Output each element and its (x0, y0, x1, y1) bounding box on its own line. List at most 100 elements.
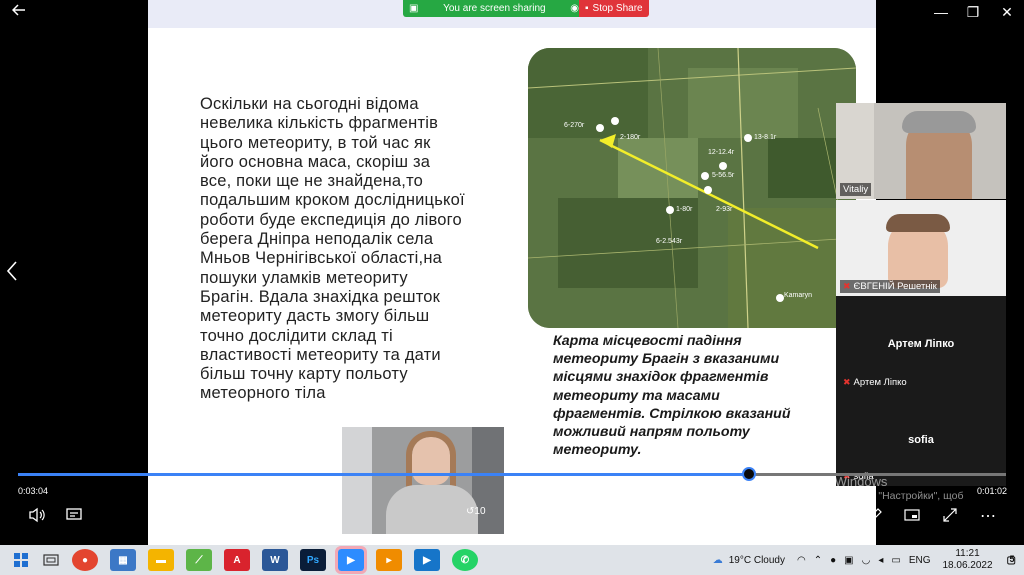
caption-line: метеориту Брагін з вказаними (553, 351, 780, 368)
clock[interactable]: 11:21 18.06.2022 (942, 548, 992, 572)
avatar-hair (902, 111, 976, 133)
text-line: властивості метеориту та дати (200, 345, 441, 364)
weather-text[interactable]: 19°C Cloudy (729, 555, 785, 566)
forward-icon: ↻ (551, 506, 560, 517)
forward-30-button[interactable]: 30↻ (540, 506, 560, 517)
chrome-icon[interactable]: ● (72, 549, 98, 571)
caption-line: метеориту та масами (553, 387, 720, 404)
language-indicator[interactable]: ENG (909, 555, 931, 566)
text-line: берега Дніпра неподалік села (200, 230, 434, 249)
minimize-button[interactable]: — (928, 2, 954, 22)
wall-left (342, 427, 372, 534)
movies-icon[interactable]: ▶ (414, 549, 440, 571)
caption-line: метеориту. (553, 442, 642, 459)
muted-mic-icon: ✖ (843, 281, 851, 291)
avatar-hair (886, 214, 950, 232)
photoshop-icon[interactable]: Ps (300, 549, 326, 571)
participant-name: ✖ ЄВГЕНІЙ Решетнік (840, 280, 940, 293)
captions-icon[interactable] (66, 507, 82, 528)
rewind-label: 10 (474, 506, 486, 517)
volume-icon[interactable] (28, 507, 46, 528)
acrobat-icon[interactable]: A (224, 549, 250, 571)
miniplayer-icon[interactable] (904, 507, 920, 528)
participant-tile-vitaliy[interactable]: Vitaliy (836, 103, 1006, 199)
text-line: пошуки уламків метеориту (200, 268, 408, 287)
rewind-10-button[interactable]: ↺10 (466, 506, 486, 517)
clock-time: 11:21 (955, 548, 980, 559)
progress-thumb[interactable] (742, 467, 757, 481)
camera-icon[interactable]: ▣ (844, 555, 853, 566)
system-tray: ☁ 19°C Cloudy ◠ ⌃ ● ▣ ◡ ◂ ▭ ENG 11:21 18… (713, 545, 1024, 575)
network-icon[interactable]: ◠ (797, 555, 806, 566)
map-label: 6-270г (564, 122, 585, 129)
caption-line: Карта місцевості падіння (553, 333, 742, 349)
text-line: Оскільки на сьогодні відома (200, 95, 419, 113)
shared-slide: Оскільки на сьогодні відома невелика кіл… (148, 0, 876, 545)
avatar-shirt (386, 485, 478, 534)
text-line: Мньов Чернігівської області,на (200, 249, 443, 268)
close-button[interactable]: ✕ (994, 2, 1020, 22)
share-icon: ▣ (409, 3, 419, 14)
notifications-icon[interactable]: ▢ 5 (1007, 553, 1016, 566)
participant-display-name: Артем Ліпко (887, 338, 955, 350)
text-line: точно дослідити склад ті (200, 326, 393, 345)
forward-label: 30 (540, 506, 552, 517)
stop-share-button[interactable]: ▪ Stop Share (579, 0, 649, 17)
text-line: його основна маса, скоріш за (200, 152, 431, 171)
fullscreen-icon[interactable] (942, 507, 958, 528)
microphone-icon[interactable]: ● (830, 555, 836, 566)
participant-tile-sofia[interactable]: sofia ✖ sofia (836, 392, 1006, 486)
satellite-map: 6-270г 2-180г 13-8.1г 12-12.4г 5-56.5г 1… (528, 48, 856, 328)
shield-icon: ◉ (570, 3, 579, 14)
battery-icon[interactable]: ▭ (891, 555, 900, 566)
word-icon[interactable]: W (262, 549, 288, 571)
wifi-icon[interactable]: ◡ (862, 555, 871, 566)
windows-start-icon[interactable] (6, 545, 36, 575)
file-explorer-icon[interactable]: ▬ (148, 549, 174, 571)
clock-date: 18.06.2022 (942, 560, 993, 571)
map-caption: Карта місцевості падіння метеориту Брагі… (553, 332, 838, 459)
calculator-icon[interactable]: ▦ (110, 549, 136, 571)
map-label: 13-8.1г (754, 134, 777, 141)
restore-button[interactable]: ❐ (960, 2, 986, 22)
self-view-video (342, 427, 504, 534)
media-player-icon[interactable]: ▸ (376, 549, 402, 571)
edit-pen-icon[interactable] (867, 507, 883, 528)
task-view-icon[interactable] (36, 545, 66, 575)
notification-count: 5 (1009, 553, 1015, 564)
participant-name: Vitaliy (840, 183, 872, 196)
share-status[interactable]: ▣ You are screen sharing ◉ (403, 0, 579, 17)
back-arrow-icon[interactable] (6, 2, 32, 22)
text-line: метеориту дасть змогу більш (200, 307, 430, 326)
share-status-label: You are screen sharing (443, 3, 546, 14)
speaker-icon[interactable]: ◂ (878, 555, 883, 566)
text-line: метеорного тіла (200, 384, 326, 403)
participant-tile-yevhenii[interactable]: ✖ ЄВГЕНІЙ Решетнік (836, 200, 1006, 296)
muted-mic-icon: ✖ (843, 377, 851, 387)
screen: — ❐ ✕ Оскільки на сьогодні відома невели… (0, 0, 1024, 545)
screen-share-banner: ▣ You are screen sharing ◉ ▪ Stop Share (403, 0, 649, 17)
map-label: 2-93г (716, 206, 733, 213)
map-label: 5-56.5г (712, 172, 735, 179)
more-options-icon[interactable]: ⋯ (980, 506, 996, 526)
activation-line: Перейдіть до розділу "Настройки", щоб (772, 490, 964, 502)
current-time: 0:03:04 (18, 486, 49, 496)
zoom-icon[interactable]: ▶ (335, 546, 367, 574)
text-line: невелика кількість фрагментів (200, 114, 439, 133)
caption-line: місцями знахідок фрагментів (553, 369, 769, 386)
text-line: все, поки ще не знайдена,то (200, 172, 424, 191)
green-app-icon[interactable]: ⟋ (186, 549, 212, 571)
stop-share-label: Stop Share (592, 3, 643, 14)
previous-chevron-icon[interactable] (6, 260, 18, 288)
pause-button[interactable] (506, 506, 518, 527)
chevron-up-icon[interactable]: ⌃ (814, 555, 822, 566)
text-line: більш точну карту польоту (200, 365, 408, 384)
map-label: 12-12.4г (708, 149, 735, 156)
map-label: Kamaryn (784, 292, 813, 299)
participant-display-name: sofia (908, 434, 934, 446)
stop-icon: ▪ (585, 3, 589, 14)
map-label: 1-80г (676, 206, 693, 213)
whatsapp-icon[interactable]: ✆ (452, 549, 478, 571)
participant-tile-artem[interactable]: Артем Ліпко ✖ Артем Ліпко (836, 296, 1006, 392)
activation-title: Активація Windows (772, 474, 888, 489)
